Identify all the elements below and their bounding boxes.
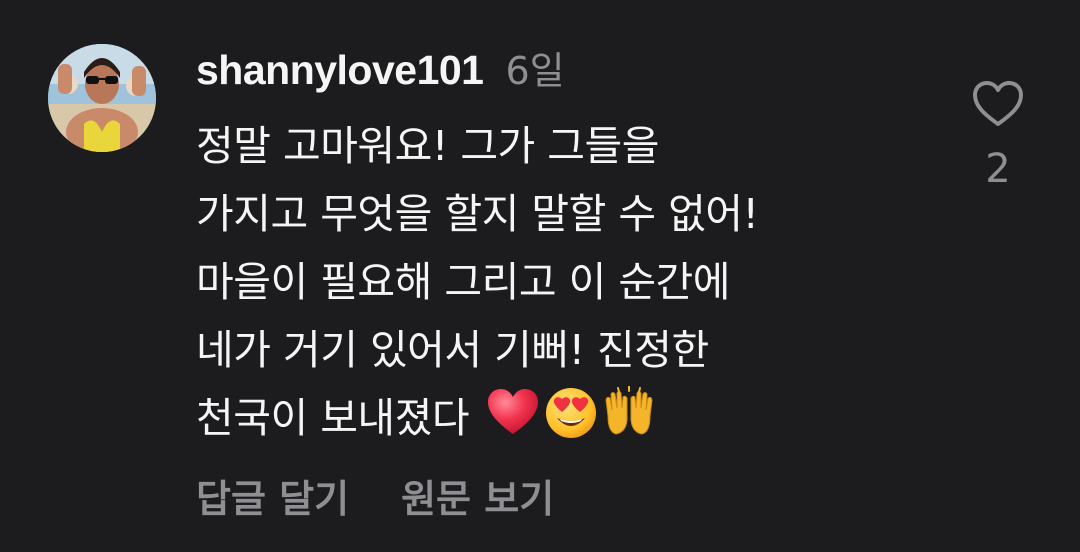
reply-button[interactable]: 답글 달기 [196,468,349,523]
heart-icon[interactable] [972,80,1024,128]
comment-text-line: 정말 고마워요! 그가 그들을 [196,122,659,170]
raising-hands-emoji-icon [605,386,653,435]
comment-text-line: 네가 거기 있어서 기뻐! 진정한 [196,326,709,374]
like-section: 2 [966,80,1030,200]
avatar[interactable] [48,44,156,152]
heart-eyes-face-emoji-icon [545,388,596,438]
comment-text-line-last: 천국이 보내졌다 [196,384,936,452]
username[interactable]: shannylove101 [196,47,484,94]
timestamp: 6일 [505,49,565,93]
comment-text-line: 마을이 필요해 그리고 이 순간에 [196,258,731,306]
comment-item: shannylove101 6일 정말 고마워요! 그가 그들을 가지고 무엇을… [0,0,1080,552]
comment-text-line: 천국이 보내졌다 [196,394,482,442]
red-heart-emoji-icon [487,389,538,434]
like-count: 2 [985,146,1011,192]
avatar-image [48,44,156,152]
comment-text-line: 가지고 무엇을 할지 말할 수 없어! [196,190,759,238]
see-original-button[interactable]: 원문 보기 [401,468,554,523]
comment-header: shannylove101 6일 [196,40,565,94]
comment-actions: 답글 달기 원문 보기 [196,468,554,523]
comment-text: 정말 고마워요! 그가 그들을 가지고 무엇을 할지 말할 수 없어! 마을이 … [196,112,936,452]
